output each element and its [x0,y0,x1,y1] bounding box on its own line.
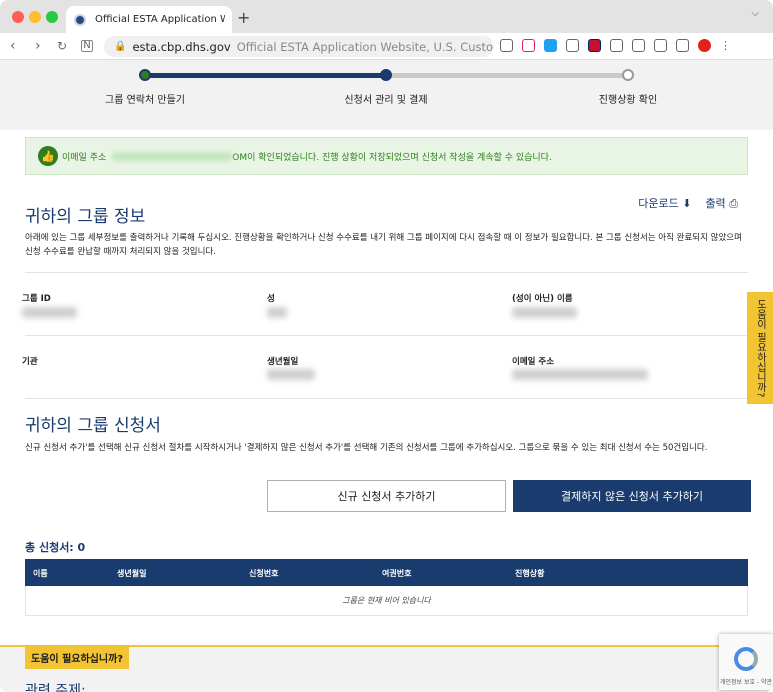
screenshot-icon[interactable] [654,39,667,52]
new-tab-button[interactable]: + [237,8,250,27]
tab-title: Official ESTA Application Website [95,14,225,25]
url-page-title: Official ESTA Application Website, U.S. … [236,39,494,54]
col-dob: 생년월일 [117,569,147,578]
divider [25,398,748,399]
progress-stepper: 그룹 연락처 만들기 신청서 관리 및 결제 진행상황 확인 [0,60,773,130]
alert-message: OM이 확인되었습니다. 진행 상황이 저장되었으며 신청서 작성을 계속할 수… [232,152,552,163]
lock-icon: 🔒 [114,41,127,52]
recaptcha-badge[interactable]: 개인정보 보호 - 약관 [719,634,773,690]
page-content: 그룹 연락처 만들기 신청서 관리 및 결제 진행상황 확인 👍 이메일 주소 … [0,60,773,692]
email-value [512,369,648,380]
print-link[interactable]: 출력 ⎙ [705,195,738,211]
pin-icon[interactable] [500,39,513,52]
add-unpaid-application-button[interactable]: 결제하지 않은 신청서 추가하기 [513,480,751,512]
download-icon[interactable] [610,39,623,52]
given-name-value [512,307,577,318]
step-label-2: 신청서 관리 및 결제 [344,95,428,106]
alert-prefix: 이메일 주소 [62,152,107,163]
cast-icon[interactable] [632,39,645,52]
help-tag: 도움이 필요하십니까? [25,646,130,669]
applications-table-header: 이름 생년월일 신청번호 여권번호 진행상황 [25,559,748,586]
add-new-application-button[interactable]: 신규 신청서 추가하기 [267,480,506,512]
profile-avatar[interactable] [698,39,711,52]
extension-icon[interactable] [566,39,579,52]
group-info-description: 아래에 있는 그룹 세부정보를 출력하거나 기록해 두십시오. 진행상황을 확인… [25,233,742,257]
table-empty-row: 그룹은 현재 비어 있습니다 [25,586,748,616]
tab-list-chevron-icon[interactable]: ⌵ [751,8,759,19]
step-node-2 [380,69,392,81]
applications-description: 신규 신청서 추가'를 선택해 신규 신청서 절차를 시작하시거나 '결제하지 … [25,443,708,453]
group-id-value [22,307,77,318]
thumbs-up-icon: 👍 [38,146,58,166]
address-toolbar: ‹ › ↻ N 🔒 esta.cbp.dhs.gov Official ESTA… [0,33,773,60]
url-bar[interactable]: 🔒 esta.cbp.dhs.gov Official ESTA Applica… [104,36,494,57]
step-label-3: 진행상황 확인 [598,95,658,106]
col-name: 이름 [33,569,48,578]
help-section: 도움이 필요하십니까? 관련 주제: [0,645,773,692]
maximize-window-button[interactable] [46,11,58,23]
divider [25,335,748,336]
menu-icon[interactable]: ⋮ [720,39,731,52]
close-window-button[interactable] [12,11,24,23]
browser-window: Official ESTA Application Website + ⌵ ‹ … [0,0,773,692]
applications-title: 귀하의 그룹 신청서 [25,416,161,436]
help-side-label: 도움이 필요하십니까? [754,298,766,398]
group-info-title: 귀하의 그룹 정보 [25,207,146,227]
extension-s-icon[interactable] [544,39,557,52]
recaptcha-label[interactable]: 개인정보 보호 - 약관 [720,677,772,686]
download-link[interactable]: 다운로드 ⬇ [638,195,691,211]
group-id-label: 그룹 ID [22,294,51,304]
col-status: 진행상황 [515,569,545,578]
surname-label: 성 [267,294,275,304]
browser-tab[interactable]: Official ESTA Application Website [66,6,232,33]
download-icon: ⬇ [682,197,692,210]
minimize-window-button[interactable] [29,11,41,23]
printer-icon: ⎙ [729,197,738,210]
col-passport: 여권번호 [382,569,412,578]
step-node-1 [139,69,151,81]
flag-icon[interactable] [588,39,601,52]
step-node-3 [622,69,634,81]
help-side-tab[interactable]: 도움이 필요하십니까? [747,292,773,404]
dob-value [267,369,315,380]
recaptcha-logo-icon [734,647,758,671]
step-label-1: 그룹 연락처 만들기 [105,95,185,106]
col-app-number: 신청번호 [249,569,279,578]
tab-bar: Official ESTA Application Website + ⌵ [0,0,773,33]
given-name-label: (성이 아닌) 이름 [512,294,573,304]
dhs-seal-icon [74,13,86,26]
org-label: 기관 [22,357,38,367]
extension-icons: ⋮ [500,39,731,52]
forward-icon[interactable]: › [35,38,41,54]
reload-icon[interactable]: ↻ [57,38,67,54]
pocket-icon[interactable] [522,39,535,52]
surname-value [267,307,287,318]
divider [25,272,748,273]
url-host: esta.cbp.dhs.gov [132,39,231,54]
total-applications: 총 신청서: 0 [25,541,86,554]
sidebar-icon[interactable] [676,39,689,52]
group-info-actions: 다운로드 ⬇ 출력 ⎙ [638,195,738,211]
dob-label: 생년월일 [267,357,299,367]
stepper-track-done [145,73,386,78]
success-alert: 👍 이메일 주소 OM이 확인되었습니다. 진행 상황이 저장되었으며 신청서 … [25,137,748,175]
related-topics-title: 관련 주제: [25,683,86,692]
email-label: 이메일 주소 [512,357,555,367]
reader-icon[interactable]: N [81,40,93,52]
stepper-track-todo [386,73,628,78]
redacted-email [112,151,233,161]
back-icon[interactable]: ‹ [10,38,16,54]
